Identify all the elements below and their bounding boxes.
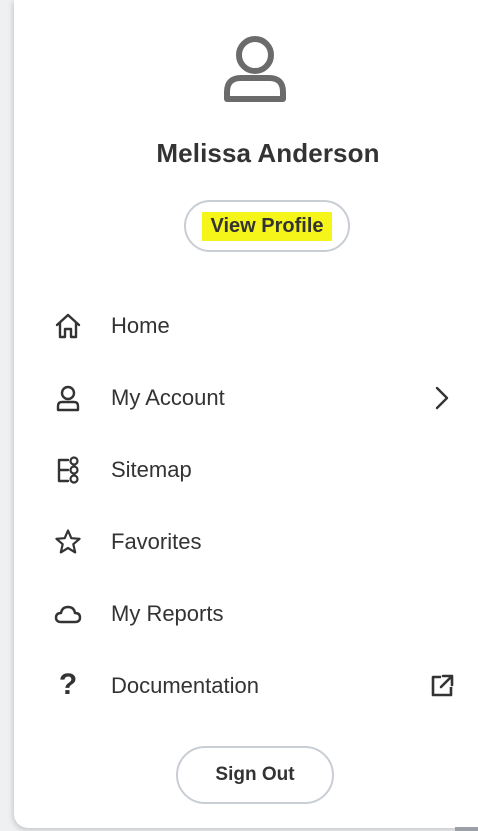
user-avatar-icon — [224, 36, 286, 102]
nav-item-my-account[interactable]: My Account — [14, 368, 478, 428]
scrollbar-corner — [455, 827, 478, 831]
nav-item-label: My Account — [111, 385, 225, 410]
nav-item-sitemap[interactable]: Sitemap — [14, 440, 478, 500]
nav-item-documentation[interactable]: ? Documentation — [14, 656, 478, 716]
nav-item-label: Favorites — [111, 529, 202, 554]
view-profile-button[interactable]: View Profile — [184, 200, 350, 252]
sitemap-icon — [57, 456, 79, 484]
cloud-icon — [54, 605, 82, 624]
nav-item-home[interactable]: Home — [14, 296, 478, 356]
person-icon — [56, 385, 80, 412]
nav-item-label: Sitemap — [111, 457, 192, 482]
nav-item-label: My Reports — [111, 601, 224, 626]
home-icon — [55, 313, 81, 339]
chevron-right-icon — [435, 386, 449, 410]
view-profile-label: View Profile — [202, 211, 332, 241]
user-menu-panel: Melissa Anderson View Profile Home My Ac… — [14, 0, 478, 828]
nav-item-label: Home — [111, 313, 170, 338]
sign-out-button[interactable]: Sign Out — [176, 746, 334, 804]
external-link-icon — [431, 674, 454, 697]
nav-item-favorites[interactable]: Favorites — [14, 512, 478, 572]
user-name: Melissa Anderson — [156, 138, 380, 168]
nav-item-my-reports[interactable]: My Reports — [14, 584, 478, 644]
star-icon — [55, 529, 81, 554]
question-icon: ? — [58, 668, 78, 701]
nav-item-label: Documentation — [111, 673, 259, 698]
